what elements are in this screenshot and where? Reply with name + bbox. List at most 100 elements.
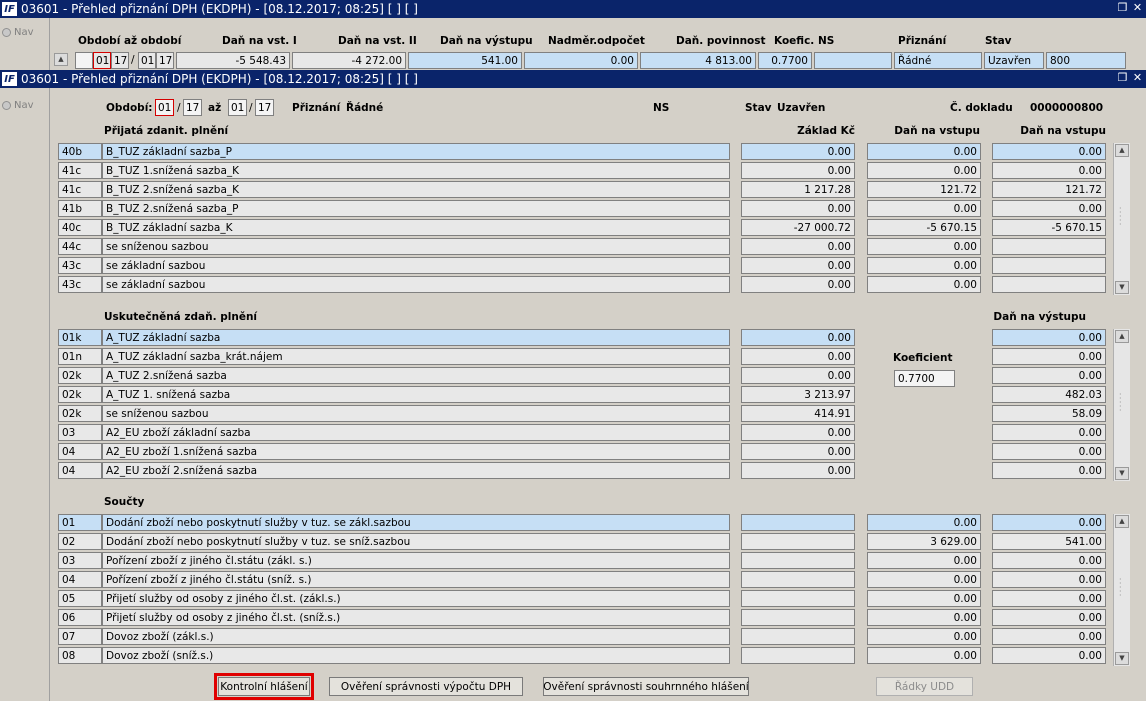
row-vstup2[interactable]: 0.00 xyxy=(992,200,1106,217)
row-name[interactable]: Pořízení zboží z jiného čl.státu (zákl. … xyxy=(102,552,730,569)
scroll-up-icon[interactable]: ▲ xyxy=(1115,515,1129,528)
row-name[interactable]: se základní sazbou xyxy=(102,257,730,274)
row-vstup2[interactable] xyxy=(992,257,1106,274)
row-vystup[interactable]: 0.00 xyxy=(992,329,1106,346)
row-c2[interactable]: 0.00 xyxy=(867,609,981,626)
row-vstup1[interactable]: 0.00 xyxy=(867,238,981,255)
overeni-souhrn-button[interactable]: Ověření správnosti souhrnného hlášení xyxy=(543,677,749,696)
row-code[interactable]: 02k xyxy=(58,367,102,384)
row-name[interactable]: B_TUZ 2.snížená sazba_P xyxy=(102,200,730,217)
scroll-up-icon[interactable]: ▲ xyxy=(54,53,68,66)
row-name[interactable]: Dovoz zboží (sníž.s.) xyxy=(102,647,730,664)
row-code[interactable]: 02 xyxy=(58,533,102,550)
row-c3[interactable]: 0.00 xyxy=(992,628,1106,645)
row-code[interactable]: 01 xyxy=(58,514,102,531)
row-vystup[interactable]: 0.00 xyxy=(992,462,1106,479)
scroll-down-icon[interactable]: ▼ xyxy=(1115,281,1129,294)
to-year-input[interactable]: 17 xyxy=(255,99,274,116)
row-vstup2[interactable] xyxy=(992,238,1106,255)
scroll-up-icon[interactable]: ▲ xyxy=(1115,330,1129,343)
row-name[interactable]: A_TUZ základní sazba_krát.nájem xyxy=(102,348,730,365)
row-name[interactable]: Přijetí služby od osoby z jiného čl.st. … xyxy=(102,590,730,607)
row-c1[interactable] xyxy=(741,514,855,531)
scroll-grip-icon[interactable]: · · · · · xyxy=(1119,205,1125,229)
window1-dan-povinnost[interactable]: 4 813.00 xyxy=(640,52,756,69)
row-vystup[interactable]: 482.03 xyxy=(992,386,1106,403)
row-code[interactable]: 02k xyxy=(58,386,102,403)
row-zaklad[interactable]: 0.00 xyxy=(741,162,855,179)
row-c1[interactable] xyxy=(741,552,855,569)
kontrolni-hlaseni-button[interactable]: Kontrolní hlášení xyxy=(214,673,314,700)
row-code[interactable]: 03 xyxy=(58,424,102,441)
row-code[interactable]: 02k xyxy=(58,405,102,422)
row-code[interactable]: 43c xyxy=(58,257,102,274)
scroll-grip-icon[interactable]: · · · · · xyxy=(1119,391,1125,415)
row-code[interactable]: 08 xyxy=(58,647,102,664)
row-c2[interactable]: 0.00 xyxy=(867,628,981,645)
window1-scroll-up[interactable]: ▲ xyxy=(54,52,68,68)
close-icon[interactable]: ✕ xyxy=(1131,71,1144,85)
koeficient-input[interactable]: 0.7700 xyxy=(894,370,955,387)
row-vstup1[interactable]: 0.00 xyxy=(867,257,981,274)
row-vstup2[interactable]: -5 670.15 xyxy=(992,219,1106,236)
scroll-down-icon[interactable]: ▼ xyxy=(1115,467,1129,480)
row-c3[interactable]: 0.00 xyxy=(992,571,1106,588)
row-code[interactable]: 01n xyxy=(58,348,102,365)
row-code[interactable]: 40b xyxy=(58,143,102,160)
row-c1[interactable] xyxy=(741,628,855,645)
row-name[interactable]: se základní sazbou xyxy=(102,276,730,293)
row-vstup1[interactable]: 0.00 xyxy=(867,143,981,160)
row-c3[interactable]: 0.00 xyxy=(992,647,1106,664)
row-code[interactable]: 03 xyxy=(58,552,102,569)
row-vstup2[interactable]: 121.72 xyxy=(992,181,1106,198)
row-name[interactable]: B_TUZ základní sazba_P xyxy=(102,143,730,160)
from-month-input[interactable]: 01 xyxy=(155,99,174,116)
window1-ns[interactable] xyxy=(814,52,892,69)
row-zaklad[interactable]: 0.00 xyxy=(741,200,855,217)
radky-udd-button[interactable]: Řádky UDD xyxy=(876,677,973,696)
row-name[interactable]: Dodání zboží nebo poskytnutí služby v tu… xyxy=(102,533,730,550)
row-name[interactable]: A_TUZ 1. snížená sazba xyxy=(102,386,730,403)
restore-icon[interactable]: ❐ xyxy=(1116,71,1129,85)
row-c3[interactable]: 0.00 xyxy=(992,552,1106,569)
overeni-dph-button[interactable]: Ověření správnosti výpočtu DPH xyxy=(329,677,523,696)
window1-from-year[interactable]: 17 xyxy=(111,52,129,69)
row-name[interactable]: B_TUZ 2.snížená sazba_K xyxy=(102,181,730,198)
row-vstup1[interactable]: 121.72 xyxy=(867,181,981,198)
row-vstup2[interactable]: 0.00 xyxy=(992,162,1106,179)
row-code[interactable]: 05 xyxy=(58,590,102,607)
row-name[interactable]: se sníženou sazbou xyxy=(102,238,730,255)
row-code[interactable]: 43c xyxy=(58,276,102,293)
row-code[interactable]: 41c xyxy=(58,181,102,198)
row-c1[interactable] xyxy=(741,571,855,588)
row-code[interactable]: 04 xyxy=(58,443,102,460)
row-vystup[interactable]: 0.00 xyxy=(992,348,1106,365)
row-zaklad[interactable]: 0.00 xyxy=(741,462,855,479)
row-name[interactable]: A2_EU zboží 1.snížená sazba xyxy=(102,443,730,460)
row-vstup1[interactable]: 0.00 xyxy=(867,200,981,217)
section1-scrollbar[interactable]: ▲ ▼ · · · · · xyxy=(1113,143,1130,295)
row-c2[interactable]: 0.00 xyxy=(867,571,981,588)
window1-koeficient[interactable]: 0.7700 xyxy=(758,52,812,69)
row-name[interactable]: B_TUZ 1.snížená sazba_K xyxy=(102,162,730,179)
row-name[interactable]: Dovoz zboží (zákl.s.) xyxy=(102,628,730,645)
window1-priznani[interactable]: Řádné xyxy=(894,52,982,69)
scroll-up-icon[interactable]: ▲ xyxy=(1115,144,1129,157)
row-code[interactable]: 40c xyxy=(58,219,102,236)
row-c2[interactable]: 0.00 xyxy=(867,647,981,664)
close-icon[interactable]: ✕ xyxy=(1131,1,1144,15)
window1-from-month[interactable]: 01 xyxy=(93,52,111,69)
row-c1[interactable] xyxy=(741,647,855,664)
window1-nadmer-odpocet[interactable]: 0.00 xyxy=(524,52,638,69)
window1-nav-button[interactable]: Nav xyxy=(2,27,34,38)
row-zaklad[interactable]: 0.00 xyxy=(741,443,855,460)
window1-to-year[interactable]: 17 xyxy=(156,52,174,69)
row-name[interactable]: Pořízení zboží z jiného čl.státu (sníž. … xyxy=(102,571,730,588)
window1-cislo[interactable]: 800 xyxy=(1046,52,1126,69)
row-name[interactable]: Dodání zboží nebo poskytnutí služby v tu… xyxy=(102,514,730,531)
row-vystup[interactable]: 58.09 xyxy=(992,405,1106,422)
row-zaklad[interactable]: 0.00 xyxy=(741,238,855,255)
row-vystup[interactable]: 0.00 xyxy=(992,367,1106,384)
row-name[interactable]: B_TUZ základní sazba_K xyxy=(102,219,730,236)
row-vstup1[interactable]: -5 670.15 xyxy=(867,219,981,236)
